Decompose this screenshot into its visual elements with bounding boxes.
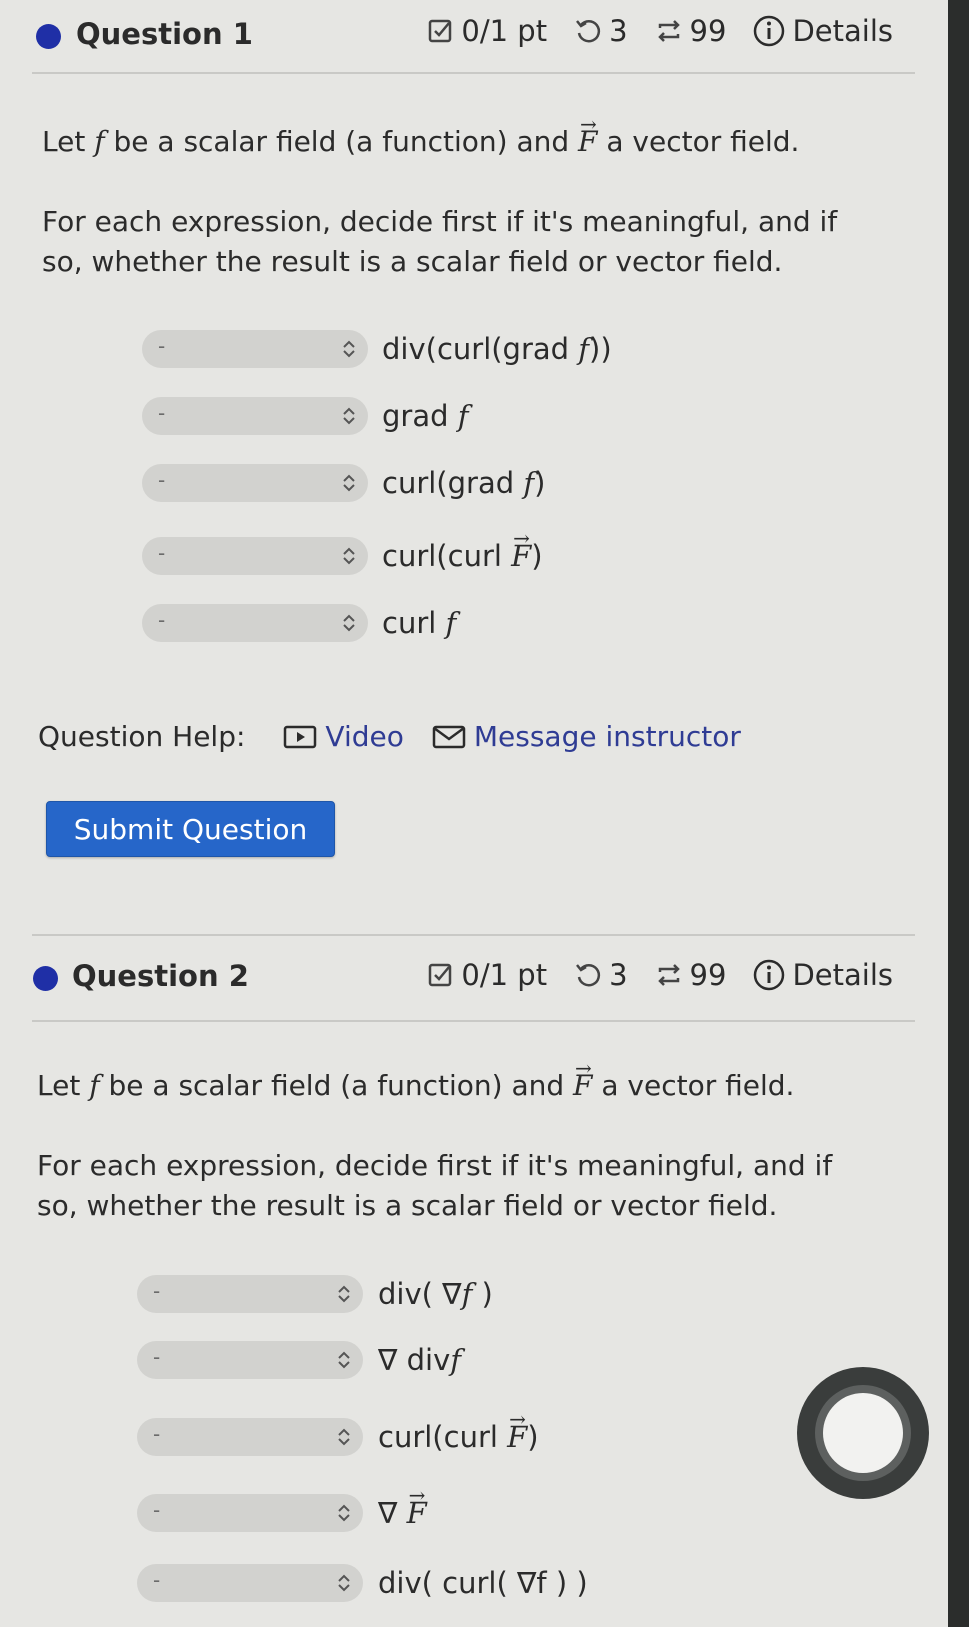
- chevron-updown-icon: [338, 1428, 350, 1446]
- details-text: Details: [792, 14, 893, 48]
- question-header: Question 2 0/1 pt 3 99 Details: [0, 946, 948, 1006]
- chevron-updown-icon: [343, 407, 355, 425]
- retry-icon: [576, 20, 601, 43]
- divider: [32, 934, 915, 936]
- expression-row: - div( curl( ∇f ) ): [0, 1564, 948, 1604]
- answer-select[interactable]: -: [142, 464, 368, 502]
- chevron-updown-icon: [338, 1285, 350, 1303]
- mail-icon: [432, 725, 466, 748]
- expression-row: - curl f: [0, 604, 948, 644]
- expression-text: div( curl( ∇f ) ): [378, 1566, 588, 1600]
- divider: [32, 1020, 915, 1022]
- status-dot-icon: [36, 24, 61, 49]
- checkbox-icon: [429, 963, 452, 987]
- video-link[interactable]: Video: [283, 720, 404, 753]
- expression-text: curl(curl F): [382, 519, 543, 575]
- answer-select[interactable]: -: [137, 1418, 363, 1456]
- retries-info: 3: [573, 14, 628, 48]
- prompt-line-1: Let f be a scalar field (a function) and…: [37, 1048, 867, 1106]
- expression-text: curl(grad f): [382, 466, 546, 500]
- retries-text: 3: [609, 958, 628, 992]
- attempts-text: 99: [689, 14, 727, 48]
- help-label: Question Help:: [38, 720, 246, 753]
- repeat-icon: [657, 964, 680, 986]
- points-info: 0/1 pt: [427, 14, 547, 48]
- expression-text: curl(curl F): [378, 1400, 539, 1456]
- checkbox-icon: [429, 19, 452, 43]
- expression-row: - div(curl(grad f)): [0, 330, 948, 370]
- submit-question-button[interactable]: Submit Question: [46, 801, 335, 857]
- details-link[interactable]: Details: [752, 958, 893, 992]
- answer-select[interactable]: -: [142, 397, 368, 435]
- question-help: Question Help: Video Message instructor: [38, 720, 741, 753]
- info-icon: [754, 15, 785, 47]
- chevron-updown-icon: [338, 1574, 350, 1592]
- points-info: 0/1 pt: [427, 958, 547, 992]
- question-prompt: Let f be a scalar field (a function) and…: [42, 104, 872, 282]
- attempts-info: 99: [654, 958, 727, 992]
- expression-row: - div( ∇f ): [0, 1275, 948, 1315]
- prompt-line-2: For each expression, decide first if it'…: [37, 1149, 833, 1222]
- answer-select[interactable]: -: [137, 1494, 363, 1532]
- divider: [32, 72, 915, 74]
- retries-text: 3: [609, 14, 628, 48]
- repeat-icon: [657, 20, 680, 42]
- question-1: Question 1 0/1 pt 3 99 Details Let f be …: [0, 0, 948, 857]
- answer-select[interactable]: -: [137, 1564, 363, 1602]
- answer-select[interactable]: -: [142, 604, 368, 642]
- answer-select[interactable]: -: [142, 330, 368, 368]
- points-text: 0/1 pt: [461, 958, 548, 992]
- chevron-updown-icon: [343, 340, 355, 358]
- answer-select[interactable]: -: [142, 537, 368, 575]
- details-text: Details: [792, 958, 893, 992]
- question-prompt: Let f be a scalar field (a function) and…: [37, 1048, 867, 1226]
- attempts-info: 99: [654, 14, 727, 48]
- question-title: Question 2: [72, 959, 249, 993]
- screen-edge: [948, 0, 969, 1627]
- retries-info: 3: [573, 958, 628, 992]
- question-meta: 0/1 pt 3 99 Details: [427, 958, 893, 992]
- retry-icon: [576, 964, 601, 987]
- question-meta: 0/1 pt 3 99 Details: [427, 14, 893, 48]
- status-dot-icon: [33, 966, 58, 991]
- expression-text: ∇ divf: [378, 1343, 461, 1377]
- expression-row: - grad f: [0, 397, 948, 437]
- prompt-line-2: For each expression, decide first if it'…: [42, 205, 838, 278]
- expression-text: grad f: [382, 399, 469, 433]
- expression-text: curl f: [382, 606, 457, 640]
- message-instructor-link[interactable]: Message instructor: [432, 720, 741, 753]
- question-header: Question 1 0/1 pt 3 99 Details: [0, 0, 948, 60]
- expression-text: div( ∇f ): [378, 1277, 493, 1311]
- chevron-updown-icon: [343, 547, 355, 565]
- info-icon: [754, 959, 785, 991]
- expression-text: ∇ F: [378, 1476, 427, 1532]
- question-2: Question 2 0/1 pt 3 99 Details Let f be …: [0, 946, 948, 1602]
- expression-row: - curl(grad f): [0, 464, 948, 504]
- chevron-updown-icon: [338, 1351, 350, 1369]
- prompt-line-1: Let f be a scalar field (a function) and…: [42, 104, 872, 162]
- attempts-text: 99: [689, 958, 727, 992]
- page: Question 1 0/1 pt 3 99 Details Let f be …: [0, 0, 948, 1627]
- chevron-updown-icon: [338, 1504, 350, 1522]
- points-text: 0/1 pt: [461, 14, 548, 48]
- question-title: Question 1: [76, 17, 253, 51]
- details-link[interactable]: Details: [752, 14, 893, 48]
- chevron-updown-icon: [343, 474, 355, 492]
- video-icon: [284, 725, 317, 748]
- answer-select[interactable]: -: [137, 1341, 363, 1379]
- loading-spinner-icon: [797, 1367, 929, 1499]
- answer-select[interactable]: -: [137, 1275, 363, 1313]
- expression-row: - curl(curl F): [0, 519, 948, 577]
- expression-text: div(curl(grad f)): [382, 332, 612, 366]
- chevron-updown-icon: [343, 614, 355, 632]
